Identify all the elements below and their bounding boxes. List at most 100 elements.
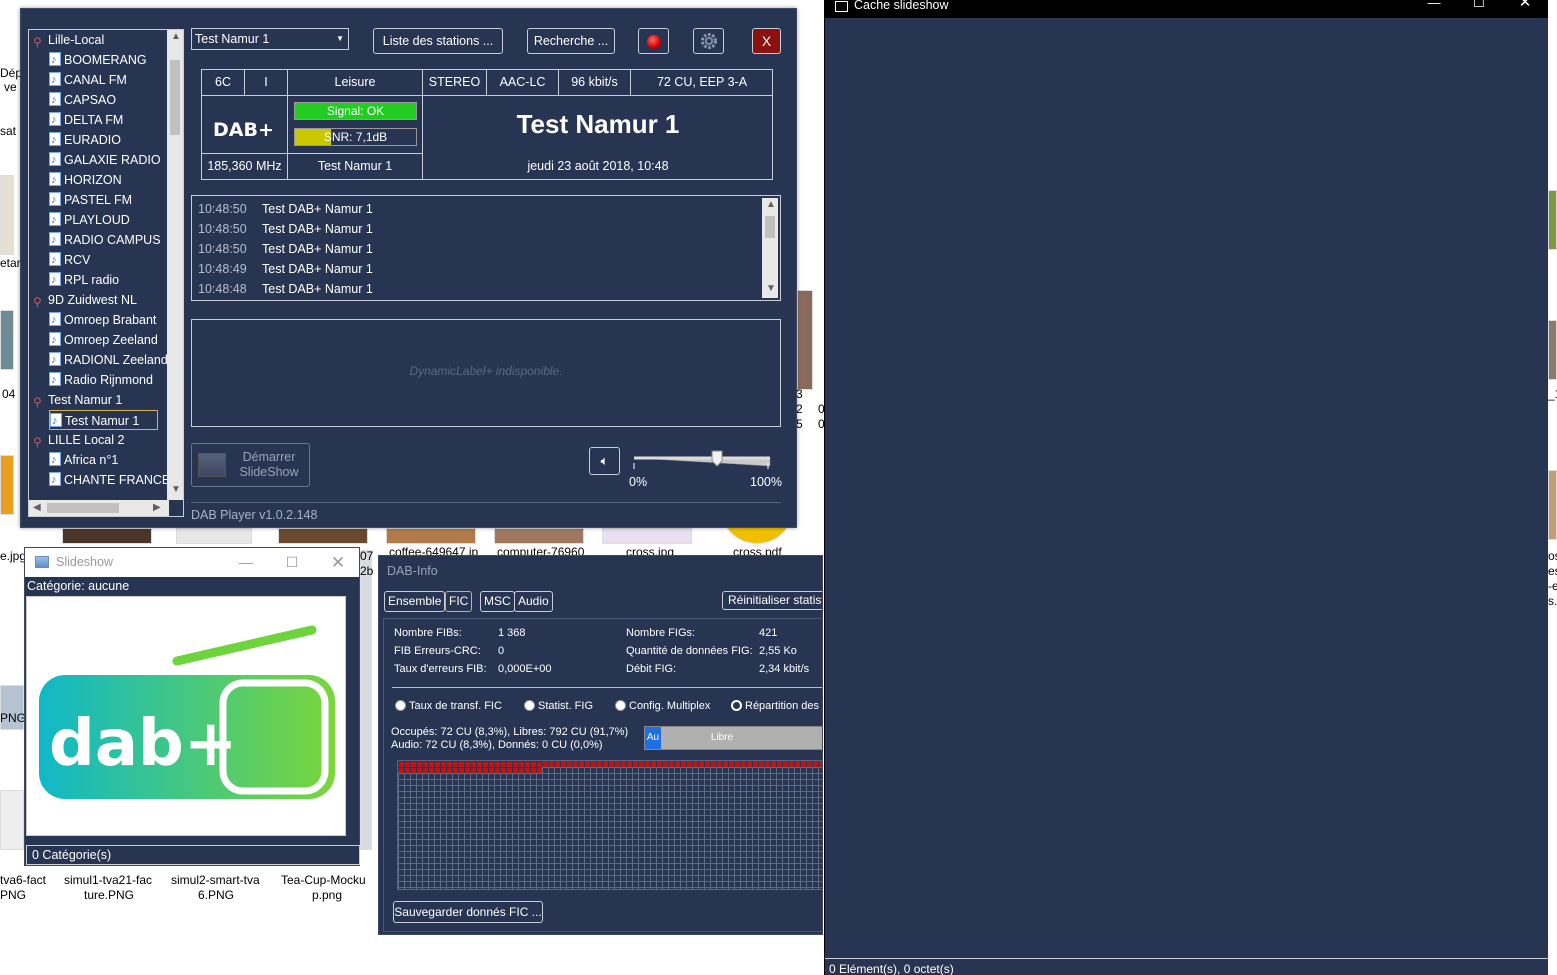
- tree-vertical-scrollbar[interactable]: ▲ ▼: [167, 30, 183, 500]
- reset-statistics-button[interactable]: Réinitialiser statistiques: [722, 591, 822, 610]
- tree-station[interactable]: Radio Rijnmond: [49, 370, 153, 390]
- search-button[interactable]: Recherche ...: [527, 28, 615, 54]
- desktop-icon-label[interactable]: 5: [796, 417, 803, 432]
- tree-ensemble[interactable]: ⚲ Lille-Local: [33, 30, 104, 50]
- mute-button[interactable]: 🔈︎: [589, 447, 620, 475]
- desktop-icon-label[interactable]: etar: [0, 256, 21, 271]
- tree-station[interactable]: DELTA FM: [49, 110, 123, 130]
- tree-station[interactable]: PLAYLOUD: [49, 210, 130, 230]
- close-icon[interactable]: ✕: [1502, 0, 1548, 12]
- desktop-icon-label[interactable]: sat: [0, 124, 16, 139]
- tree-station[interactable]: Test Namur 1: [49, 410, 159, 431]
- tree-station[interactable]: CAPSAO: [49, 90, 116, 110]
- minimize-icon[interactable]: —: [1411, 0, 1457, 12]
- scrollbar-thumb[interactable]: [765, 216, 775, 238]
- desktop-icon-label[interactable]: 07: [360, 549, 373, 564]
- desktop-icon-label[interactable]: os: [1548, 549, 1557, 564]
- log-scrollbar[interactable]: ▲ ▼: [762, 198, 778, 298]
- tree-station[interactable]: GALAXIE RADIO: [49, 150, 161, 170]
- maximize-icon[interactable]: ☐: [1456, 0, 1502, 12]
- tab-ensemble[interactable]: Ensemble: [384, 591, 446, 612]
- tab-fic[interactable]: FIC: [445, 591, 473, 612]
- tree-station[interactable]: CHANTE FRANCE: [49, 470, 170, 490]
- tree-station[interactable]: RADIO CAMPUS: [49, 230, 161, 250]
- tree-ensemble[interactable]: ⚲ Test Namur 1: [33, 390, 122, 410]
- tree-station[interactable]: PASTEL FM: [49, 190, 132, 210]
- desktop-icon-label[interactable]: cross.jpg: [626, 545, 674, 555]
- tree-station[interactable]: Omroep Brabant: [49, 310, 156, 330]
- tree-station[interactable]: HORIZON: [49, 170, 122, 190]
- desktop-icon-label[interactable]: tva6-fact: [0, 873, 46, 888]
- desktop-icon-label[interactable]: p.png: [312, 888, 342, 903]
- desktop-icon-label[interactable]: e.jpg: [0, 549, 26, 564]
- desktop-icon-label[interactable]: ve: [4, 80, 17, 95]
- desktop-thumbnail: [1548, 190, 1557, 250]
- scroll-left-icon[interactable]: ◀: [33, 503, 41, 513]
- desktop-icon-label[interactable]: Dép: [0, 66, 22, 81]
- tree-station[interactable]: RADIONL Zeeland: [49, 350, 168, 370]
- tree-station[interactable]: BOOMERANG: [49, 50, 147, 70]
- tree-horizontal-scrollbar[interactable]: ◀ ▶: [29, 500, 169, 516]
- desktop-icon-label[interactable]: coffee-649647.jp: [389, 545, 478, 555]
- desktop-icon-label[interactable]: simul2-smart-tva: [171, 873, 260, 888]
- start-slideshow-button[interactable]: Démarrer SlideShow: [191, 443, 310, 487]
- close-button[interactable]: X: [752, 28, 781, 54]
- desktop-icon-label[interactable]: s.: [1548, 594, 1557, 609]
- text-log[interactable]: 10:48:50 Test DAB+ Namur 1 10:48:50 Test DA…: [191, 195, 781, 301]
- scroll-up-icon[interactable]: ▲: [171, 32, 181, 42]
- scrollbar-thumb[interactable]: [170, 60, 180, 135]
- desktop-icon-label[interactable]: cross.pdf: [733, 545, 782, 555]
- desktop-icon-label[interactable]: _1: [1548, 387, 1557, 402]
- tree-station[interactable]: Africa n°1: [49, 450, 118, 470]
- settings-button[interactable]: [693, 28, 724, 54]
- slideshow-titlebar[interactable]: Slideshow — ☐ ✕: [25, 548, 359, 577]
- scroll-down-icon[interactable]: ▼: [766, 284, 776, 294]
- save-fic-button[interactable]: Sauvegarder donnés FIC ...: [393, 901, 543, 923]
- tree-station[interactable]: CANAL FM: [49, 70, 127, 90]
- ensemble-cell: Test Namur 1: [288, 154, 423, 180]
- station-list-button[interactable]: Liste des stations ...: [373, 28, 503, 54]
- divider: [392, 687, 822, 688]
- tree-ensemble[interactable]: ⚲ LILLE Local 2: [33, 430, 124, 450]
- tree-station[interactable]: EURADIO: [49, 130, 121, 150]
- desktop-icon-label[interactable]: 3: [796, 387, 803, 402]
- desktop-icon-label[interactable]: 6.PNG: [198, 888, 234, 903]
- tab-audio[interactable]: Audio: [514, 591, 553, 612]
- desktop-icon-label[interactable]: PNG: [0, 888, 26, 903]
- volume-thumb[interactable]: [711, 450, 723, 467]
- tree-station[interactable]: RPL radio: [49, 270, 119, 290]
- tree-ensemble[interactable]: ⚲ 9D Zuidwest NL: [33, 290, 137, 310]
- desktop-icon-label[interactable]: 2b: [360, 564, 373, 579]
- cache-titlebar[interactable]: Cache slideshow — ☐ ✕: [825, 0, 1548, 18]
- maximize-icon[interactable]: ☐: [269, 548, 315, 577]
- scroll-down-icon[interactable]: ▼: [171, 485, 181, 495]
- radio-cu-distribution[interactable]: Répartition des CU: [731, 700, 822, 712]
- desktop-icon-label[interactable]: Tea-Cup-Mocku: [281, 873, 366, 888]
- volume-slider[interactable]: [632, 449, 772, 471]
- scroll-up-icon[interactable]: ▲: [766, 200, 776, 210]
- cu-map-used: [542, 761, 822, 767]
- station-select[interactable]: Test Namur 1 ▼: [191, 28, 349, 50]
- record-button[interactable]: [638, 28, 669, 54]
- desktop-icon-label[interactable]: simul1-tva21-fac: [64, 873, 152, 888]
- desktop-icon-label[interactable]: computer-76960: [497, 545, 584, 555]
- desktop-icon-label[interactable]: PNG: [0, 711, 26, 726]
- scroll-right-icon[interactable]: ▶: [153, 503, 161, 513]
- radio-multiplex-config[interactable]: Config. Multiplex: [615, 700, 710, 712]
- station-tree[interactable]: ⚲ Lille-Local BOOMERANG CANAL FM CAPSAO DELTA…: [28, 29, 184, 517]
- radio-fic-rate[interactable]: Taux de transf. FIC: [395, 700, 502, 712]
- mode-cell: I: [245, 70, 288, 96]
- tree-station[interactable]: Omroep Zeeland: [49, 330, 158, 350]
- scrollbar-thumb[interactable]: [47, 503, 119, 513]
- slideshow-title: Slideshow: [56, 555, 113, 569]
- desktop-icon-label[interactable]: es: [1548, 564, 1557, 579]
- close-icon[interactable]: ✕: [315, 548, 361, 577]
- desktop-icon-label[interactable]: ture.PNG: [84, 888, 134, 903]
- radio-fig-stats[interactable]: Statist. FIG: [524, 700, 593, 712]
- desktop-icon-label[interactable]: 2: [796, 402, 803, 417]
- desktop-icon-label[interactable]: -e: [1548, 579, 1557, 594]
- tab-msc[interactable]: MSC: [480, 591, 515, 612]
- desktop-icon-label[interactable]: 04: [2, 387, 15, 402]
- minimize-icon[interactable]: —: [223, 548, 269, 577]
- tree-station[interactable]: RCV: [49, 250, 90, 270]
